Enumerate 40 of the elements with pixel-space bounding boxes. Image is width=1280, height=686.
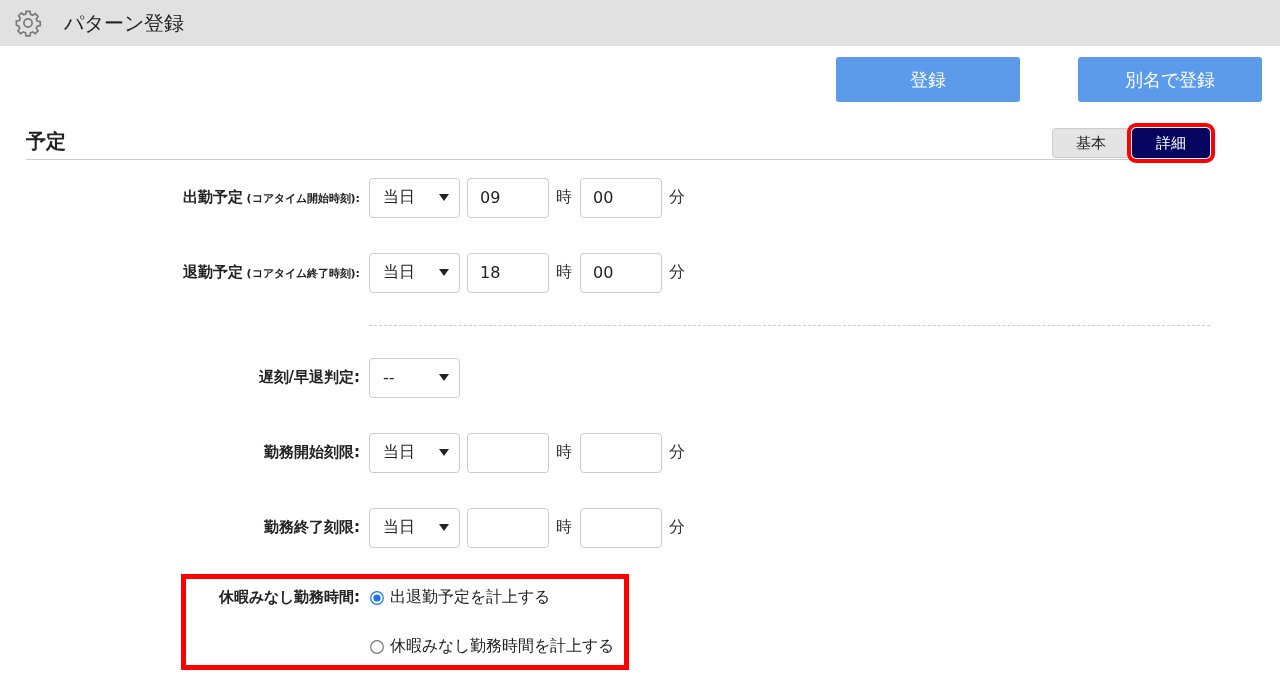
radio-option[interactable]: 出退勤予定を計上する (370, 587, 624, 608)
minute-input[interactable]: 00 (580, 252, 662, 293)
field-label: 勤務終了刻限: (264, 518, 360, 537)
minute-input[interactable] (580, 432, 662, 473)
radio-option[interactable]: 休暇みなし勤務時間を計上する (370, 636, 624, 657)
dropdown-arrow-icon (439, 269, 449, 276)
day-select[interactable]: 当日 (369, 432, 460, 473)
dropdown-arrow-icon (439, 194, 449, 201)
dropdown-arrow-icon (439, 449, 449, 456)
field-label: 休暇みなし勤務時間: (219, 588, 360, 607)
field-label: 出勤予定 (182, 188, 243, 207)
day-select[interactable]: 当日 (369, 507, 460, 548)
hour-unit: 時 (556, 262, 572, 283)
day-select[interactable]: 当日 (369, 177, 460, 218)
page-title: パターン登録 (64, 9, 184, 37)
minute-input[interactable]: 00 (580, 177, 662, 218)
field-note: (コアタイム終了時刻): (246, 266, 360, 281)
minute-unit: 分 (669, 442, 685, 463)
field-note: (コアタイム開始時刻): (246, 191, 360, 206)
hour-unit: 時 (556, 442, 572, 463)
field-label: 退勤予定 (182, 263, 243, 282)
hour-input[interactable]: 18 (467, 252, 549, 293)
minute-input[interactable] (580, 507, 662, 548)
hour-unit: 時 (556, 517, 572, 538)
section-title: 予定 (26, 128, 66, 155)
hour-input[interactable] (467, 432, 549, 473)
minute-unit: 分 (669, 517, 685, 538)
minute-unit: 分 (669, 187, 685, 208)
view-tab[interactable]: 基本 (1052, 128, 1130, 158)
field-label: 遅刻/早退判定: (258, 368, 360, 387)
minute-unit: 分 (669, 262, 685, 283)
hour-input[interactable]: 09 (467, 177, 549, 218)
judgement-select[interactable]: -- (369, 357, 460, 398)
field-label: 勤務開始刻限: (264, 443, 360, 462)
hour-input[interactable] (467, 507, 549, 548)
settings-icon[interactable] (14, 9, 42, 37)
dropdown-arrow-icon (439, 374, 449, 381)
day-select[interactable]: 当日 (369, 252, 460, 293)
dropdown-arrow-icon (439, 524, 449, 531)
hour-unit: 時 (556, 187, 572, 208)
